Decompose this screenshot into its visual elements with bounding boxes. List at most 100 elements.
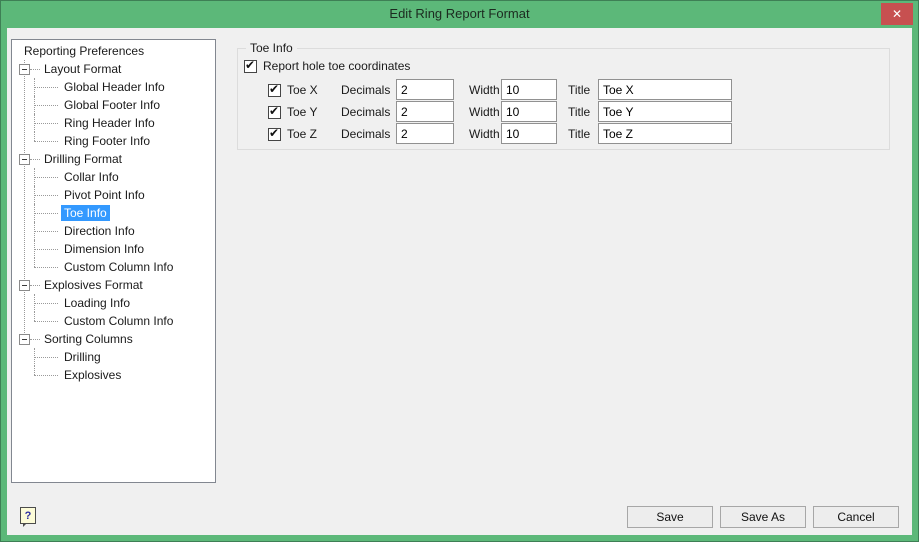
tree-connector-line	[34, 357, 58, 358]
tree-connector-line	[30, 339, 40, 340]
tree-connector-line	[34, 105, 58, 106]
toe-field-rows: ✔ Toe X Decimals Width Title ✔ Toe Y Dec…	[238, 79, 889, 145]
toe-field-row: ✔ Toe X Decimals Width Title	[238, 79, 889, 101]
decimals-label: Decimals	[341, 83, 391, 97]
report-toe-coordinates-checkbox[interactable]: ✔ Report hole toe coordinates	[244, 57, 411, 73]
tree-item-label: Layout Format	[44, 62, 122, 76]
tree-item[interactable]: Direction Info	[12, 222, 215, 240]
tree-item-label: Drilling	[64, 350, 101, 364]
tree-item-label: Global Footer Info	[64, 98, 161, 112]
toe-field-row: ✔ Toe Z Decimals Width Title	[238, 123, 889, 145]
width-label: Width	[469, 105, 500, 119]
title-label: Title	[568, 83, 591, 97]
tree-connector-line	[34, 195, 58, 196]
tree-connector-line	[34, 87, 58, 88]
tree: Reporting Preferences Layout Format Glob…	[12, 42, 215, 384]
tree-item-label: Loading Info	[64, 296, 131, 310]
tree-connector-line	[30, 69, 40, 70]
tree-connector-line	[34, 258, 35, 267]
tree-item-label: Ring Footer Info	[64, 134, 151, 148]
cancel-button[interactable]: Cancel	[813, 506, 899, 528]
width-input[interactable]	[501, 79, 557, 100]
title-label: Title	[568, 127, 591, 141]
width-input[interactable]	[501, 101, 557, 122]
tree-item-label: Dimension Info	[64, 242, 145, 256]
tree-item[interactable]: Collar Info	[12, 168, 215, 186]
width-label: Width	[469, 127, 500, 141]
tree-item[interactable]: Toe Info	[12, 204, 215, 222]
title-input[interactable]	[598, 101, 732, 122]
toe-field-row: ✔ Toe Y Decimals Width Title	[238, 101, 889, 123]
checkbox-icon: ✔	[268, 125, 281, 141]
collapse-icon[interactable]	[19, 154, 30, 165]
tree-item[interactable]: Custom Column Info	[12, 258, 215, 276]
toe-info-group: Toe Info ✔ Report hole toe coordinates ✔…	[237, 41, 890, 150]
checkbox-icon: ✔	[244, 57, 257, 73]
tree-item[interactable]: Layout Format	[12, 60, 215, 78]
tree-item[interactable]: Explosives	[12, 366, 215, 384]
tree-connector-line	[34, 312, 35, 321]
tree-connector-line	[30, 159, 40, 160]
save-as-button[interactable]: Save As	[720, 506, 806, 528]
tree-item-label: Reporting Preferences	[24, 44, 145, 58]
tree-connector-line	[34, 249, 58, 250]
footer-buttons: Save Save As Cancel	[627, 506, 899, 528]
tree-item[interactable]: Global Header Info	[12, 78, 215, 96]
toe-checkbox-label: Toe X	[287, 83, 318, 97]
decimals-label: Decimals	[341, 105, 391, 119]
collapse-icon[interactable]	[19, 334, 30, 345]
edit-ring-report-format-dialog: Edit Ring Report Format ✕ Reporting Pref…	[0, 0, 919, 542]
decimals-input[interactable]	[396, 123, 454, 144]
toe-checkbox-label: Toe Y	[287, 105, 318, 119]
close-button[interactable]: ✕	[881, 3, 913, 25]
tree-item[interactable]: Pivot Point Info	[12, 186, 215, 204]
save-button[interactable]: Save	[627, 506, 713, 528]
tree-item[interactable]: Drilling Format	[12, 150, 215, 168]
tree-connector-line	[30, 285, 40, 286]
tree-item[interactable]: Global Footer Info	[12, 96, 215, 114]
tree-item[interactable]: Loading Info	[12, 294, 215, 312]
tree-item[interactable]: Custom Column Info	[12, 312, 215, 330]
title-input[interactable]	[598, 123, 732, 144]
tree-item-label: Custom Column Info	[64, 260, 174, 274]
title-label: Title	[568, 105, 591, 119]
tree-connector-line	[34, 267, 58, 268]
tree-item-label: Explosives	[64, 368, 122, 382]
tree-connector-line	[34, 321, 58, 322]
title-input[interactable]	[598, 79, 732, 100]
toe-checkbox[interactable]: ✔ Toe Z	[268, 123, 317, 145]
tree-item[interactable]: Ring Footer Info	[12, 132, 215, 150]
collapse-icon[interactable]	[19, 64, 30, 75]
decimals-label: Decimals	[341, 127, 391, 141]
tree-item[interactable]: Sorting Columns	[12, 330, 215, 348]
dialog-body: Reporting Preferences Layout Format Glob…	[7, 28, 912, 535]
tree-item-label: Pivot Point Info	[64, 188, 145, 202]
tree-item-label: Sorting Columns	[44, 332, 133, 346]
tree-connector-line	[34, 141, 58, 142]
tree-connector-line	[34, 132, 35, 141]
decimals-input[interactable]	[396, 101, 454, 122]
toe-checkbox[interactable]: ✔ Toe X	[268, 79, 318, 101]
toe-checkbox-label: Toe Z	[287, 127, 318, 141]
window-title: Edit Ring Report Format	[389, 6, 530, 21]
collapse-icon[interactable]	[19, 280, 30, 291]
tree-item[interactable]: Dimension Info	[12, 240, 215, 258]
tree-connector-line	[34, 303, 58, 304]
help-button[interactable]: ?	[20, 507, 36, 527]
window-frame: Reporting Preferences Layout Format Glob…	[1, 28, 918, 541]
tree-connector-line	[34, 177, 58, 178]
tree-connector-line	[34, 375, 58, 376]
tree-item[interactable]: Explosives Format	[12, 276, 215, 294]
tree-item[interactable]: Drilling	[12, 348, 215, 366]
tree-item[interactable]: Ring Header Info	[12, 114, 215, 132]
tree-item-label: Direction Info	[64, 224, 135, 238]
decimals-input[interactable]	[396, 79, 454, 100]
tree-item-label: Ring Header Info	[64, 116, 155, 130]
width-input[interactable]	[501, 123, 557, 144]
toe-checkbox[interactable]: ✔ Toe Y	[268, 101, 317, 123]
tree-item[interactable]: Reporting Preferences	[12, 42, 215, 60]
tree-connector-line	[34, 366, 35, 375]
tree-connector-line	[34, 213, 58, 214]
report-toe-coordinates-label: Report hole toe coordinates	[263, 59, 411, 73]
tree-item-label: Drilling Format	[44, 152, 123, 166]
